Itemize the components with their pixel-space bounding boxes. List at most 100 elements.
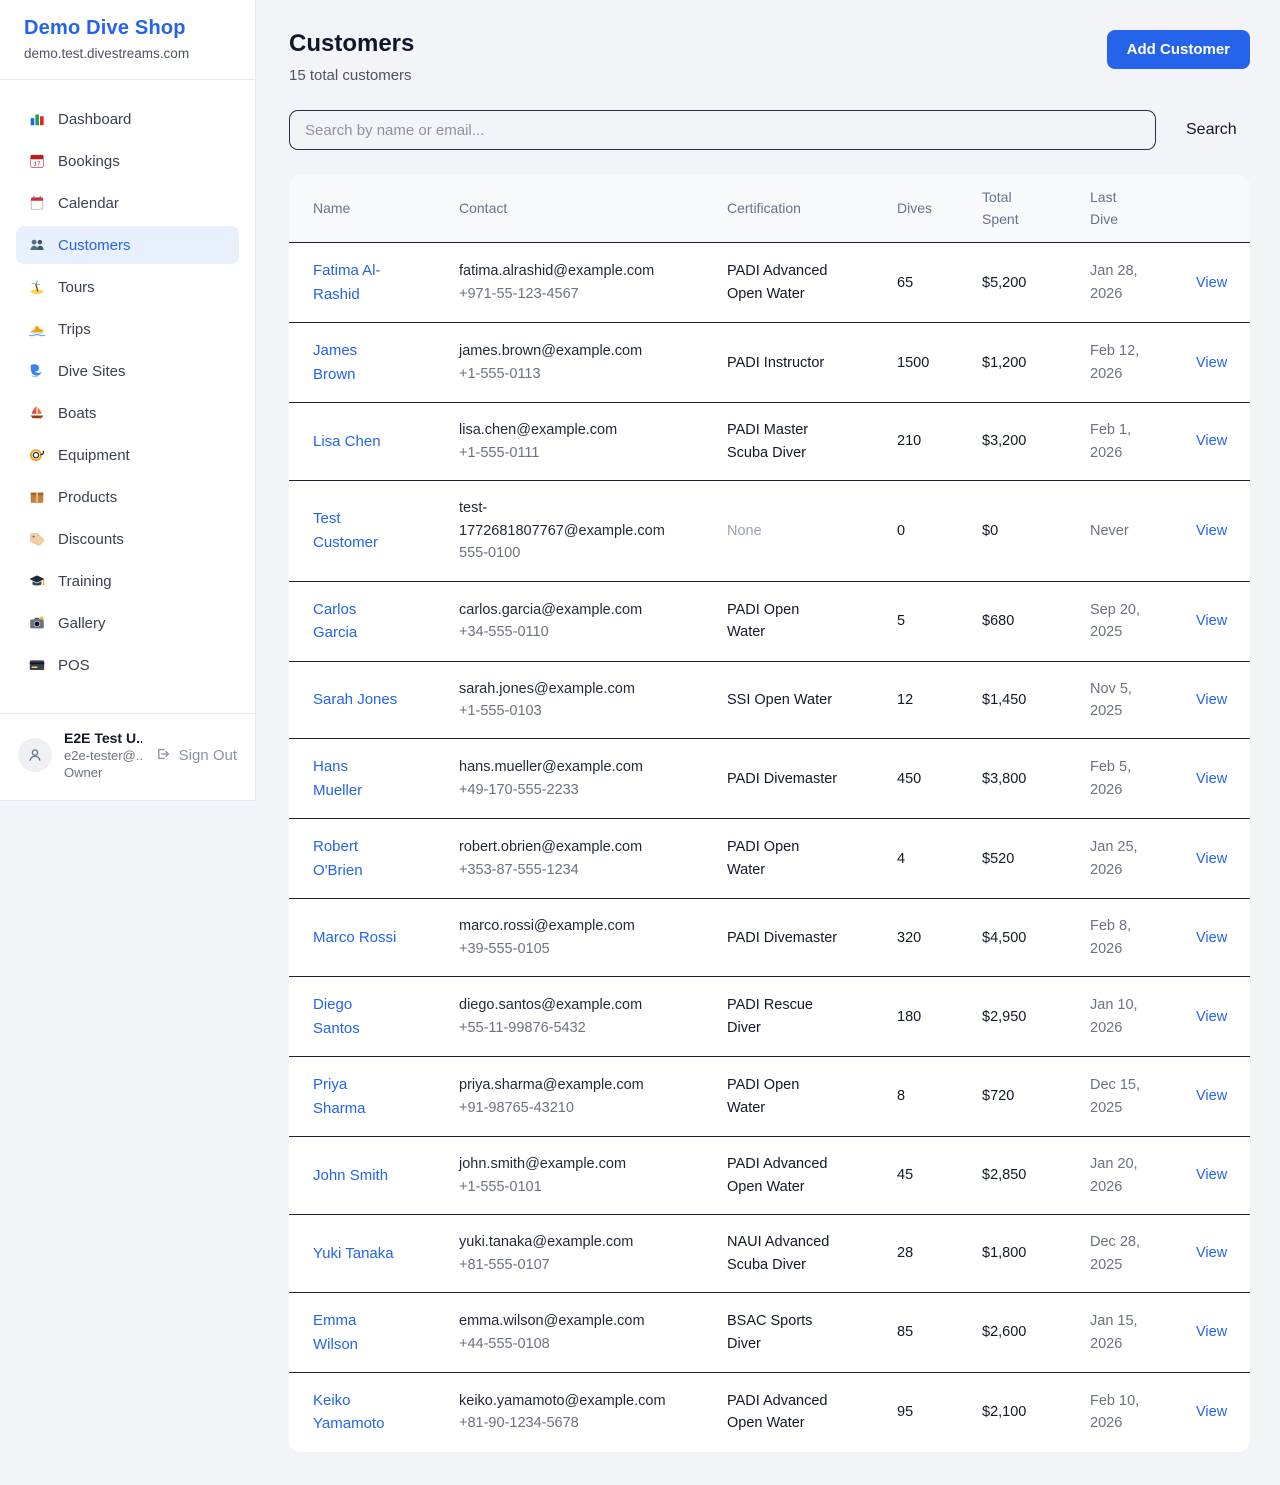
customer-dives: 12 bbox=[897, 661, 982, 739]
sidebar-item-calendar[interactable]: Calendar bbox=[16, 184, 239, 222]
customer-last-dive: Dec 15, 2025 bbox=[1090, 1057, 1196, 1137]
customer-phone: +49-170-555-2233 bbox=[459, 779, 667, 801]
sailboat-icon bbox=[28, 404, 46, 422]
view-link[interactable]: View bbox=[1196, 930, 1227, 946]
view-link[interactable]: View bbox=[1196, 1245, 1227, 1261]
table-row: Priya Sharma priya.sharma@example.com +9… bbox=[289, 1057, 1250, 1137]
view-link[interactable]: View bbox=[1196, 1088, 1227, 1104]
customer-name-link[interactable]: Yuki Tanaka bbox=[313, 1245, 394, 1262]
sidebar-item-equipment[interactable]: Equipment bbox=[16, 436, 239, 474]
customer-total-spent: $720 bbox=[982, 1057, 1090, 1137]
customer-dives: 95 bbox=[897, 1372, 982, 1451]
customer-certification: NAUI Advanced Scuba Diver bbox=[727, 1215, 897, 1293]
customer-certification: None bbox=[727, 481, 897, 581]
page-header-text: Customers 15 total customers bbox=[289, 30, 414, 84]
bar-chart-icon bbox=[28, 110, 46, 128]
sidebar-item-tours[interactable]: Tours bbox=[16, 268, 239, 306]
add-customer-button[interactable]: Add Customer bbox=[1107, 30, 1250, 69]
view-link[interactable]: View bbox=[1196, 1009, 1227, 1025]
search-input[interactable] bbox=[289, 110, 1156, 150]
customer-phone: +971-55-123-4567 bbox=[459, 283, 667, 305]
customer-name-link[interactable]: James Brown bbox=[313, 342, 357, 382]
customer-email: emma.wilson@example.com bbox=[459, 1310, 667, 1332]
sign-out-button[interactable]: Sign Out bbox=[154, 746, 237, 764]
customer-dives: 65 bbox=[897, 243, 982, 323]
customer-phone: +1-555-0103 bbox=[459, 700, 667, 722]
customer-dives: 1500 bbox=[897, 323, 982, 403]
sidebar-item-boats[interactable]: Boats bbox=[16, 394, 239, 432]
view-link[interactable]: View bbox=[1196, 613, 1227, 629]
customer-name-link[interactable]: Hans Mueller bbox=[313, 758, 362, 798]
sidebar-item-dive-sites[interactable]: Dive Sites bbox=[16, 352, 239, 390]
table-row: Keiko Yamamoto keiko.yamamoto@example.co… bbox=[289, 1372, 1250, 1451]
sidebar-item-discounts[interactable]: Discounts bbox=[16, 520, 239, 558]
customer-name-link[interactable]: Diego Santos bbox=[313, 996, 360, 1036]
sidebar-item-products[interactable]: Products bbox=[16, 478, 239, 516]
view-link[interactable]: View bbox=[1196, 523, 1227, 539]
sidebar-nav: Dashboard 17Bookings Calendar Customers Tour… bbox=[0, 80, 255, 713]
sidebar-item-dashboard[interactable]: Dashboard bbox=[16, 100, 239, 138]
customer-certification: PADI Open Water bbox=[727, 819, 897, 899]
customer-name-link[interactable]: Marco Rossi bbox=[313, 929, 396, 946]
view-link[interactable]: View bbox=[1196, 275, 1227, 291]
customer-email: marco.rossi@example.com bbox=[459, 915, 667, 937]
sidebar-item-customers[interactable]: Customers bbox=[16, 226, 239, 264]
sidebar-item-label: Training bbox=[58, 573, 112, 590]
customer-phone: +91-98765-43210 bbox=[459, 1097, 667, 1119]
view-link[interactable]: View bbox=[1196, 1167, 1227, 1183]
view-link[interactable]: View bbox=[1196, 1404, 1227, 1420]
customer-name-link[interactable]: Fatima Al-Rashid bbox=[313, 262, 381, 302]
camera-icon bbox=[28, 614, 46, 632]
view-link[interactable]: View bbox=[1196, 851, 1227, 867]
view-link[interactable]: View bbox=[1196, 433, 1227, 449]
customer-name-link[interactable]: Carlos Garcia bbox=[313, 601, 357, 641]
customer-email: hans.mueller@example.com bbox=[459, 756, 667, 778]
table-row: Emma Wilson emma.wilson@example.com +44-… bbox=[289, 1293, 1250, 1373]
customer-last-dive: Feb 12, 2026 bbox=[1090, 323, 1196, 403]
customer-dives: 85 bbox=[897, 1293, 982, 1373]
column-header-contact: Contact bbox=[459, 175, 727, 243]
view-link[interactable]: View bbox=[1196, 692, 1227, 708]
sidebar-item-bookings[interactable]: 17Bookings bbox=[16, 142, 239, 180]
customer-email: yuki.tanaka@example.com bbox=[459, 1231, 667, 1253]
customer-email: robert.obrien@example.com bbox=[459, 836, 667, 858]
person-icon bbox=[26, 746, 44, 764]
sidebar-item-training[interactable]: Training bbox=[16, 562, 239, 600]
customer-certification: PADI Instructor bbox=[727, 323, 897, 403]
customer-name-link[interactable]: Lisa Chen bbox=[313, 433, 381, 450]
sidebar-item-label: Trips bbox=[58, 321, 91, 338]
customer-name-link[interactable]: Test Customer bbox=[313, 510, 378, 550]
sidebar-item-gallery[interactable]: Gallery bbox=[16, 604, 239, 642]
table-row: Carlos Garcia carlos.garcia@example.com … bbox=[289, 581, 1250, 661]
sidebar-item-trips[interactable]: Trips bbox=[16, 310, 239, 348]
customer-phone: 555-0100 bbox=[459, 542, 667, 564]
customer-last-dive: Feb 10, 2026 bbox=[1090, 1372, 1196, 1451]
customer-name-link[interactable]: Keiko Yamamoto bbox=[313, 1392, 384, 1432]
users-icon bbox=[28, 236, 46, 254]
customer-name-link[interactable]: John Smith bbox=[313, 1167, 388, 1184]
customer-last-dive: Jan 28, 2026 bbox=[1090, 243, 1196, 323]
user-box: E2E Test U... e2e-tester@... Owner Sign … bbox=[0, 713, 255, 800]
view-link[interactable]: View bbox=[1196, 771, 1227, 787]
customer-total-spent: $1,800 bbox=[982, 1215, 1090, 1293]
customer-name-link[interactable]: Emma Wilson bbox=[313, 1312, 358, 1352]
customer-last-dive: Jan 20, 2026 bbox=[1090, 1137, 1196, 1215]
sidebar-item-pos[interactable]: POS bbox=[16, 646, 239, 684]
table-row: Diego Santos diego.santos@example.com +5… bbox=[289, 977, 1250, 1057]
customer-certification: PADI Advanced Open Water bbox=[727, 1372, 897, 1451]
customer-last-dive: Never bbox=[1090, 481, 1196, 581]
customer-name-link[interactable]: Sarah Jones bbox=[313, 691, 397, 708]
table-row: Hans Mueller hans.mueller@example.com +4… bbox=[289, 739, 1250, 819]
customer-total-spent: $520 bbox=[982, 819, 1090, 899]
customer-phone: +81-90-1234-5678 bbox=[459, 1412, 667, 1434]
column-header-action bbox=[1196, 175, 1250, 243]
view-link[interactable]: View bbox=[1196, 1324, 1227, 1340]
tear-calendar-icon bbox=[28, 194, 46, 212]
customer-name-link[interactable]: Priya Sharma bbox=[313, 1076, 366, 1116]
customer-email: test-1772681807767@example.com bbox=[459, 497, 667, 542]
search-button[interactable]: Search bbox=[1182, 115, 1241, 145]
customer-name-link[interactable]: Robert O'Brien bbox=[313, 838, 363, 878]
user-email: e2e-tester@... bbox=[64, 748, 142, 763]
table-row: Fatima Al-Rashid fatima.alrashid@example… bbox=[289, 243, 1250, 323]
view-link[interactable]: View bbox=[1196, 355, 1227, 371]
